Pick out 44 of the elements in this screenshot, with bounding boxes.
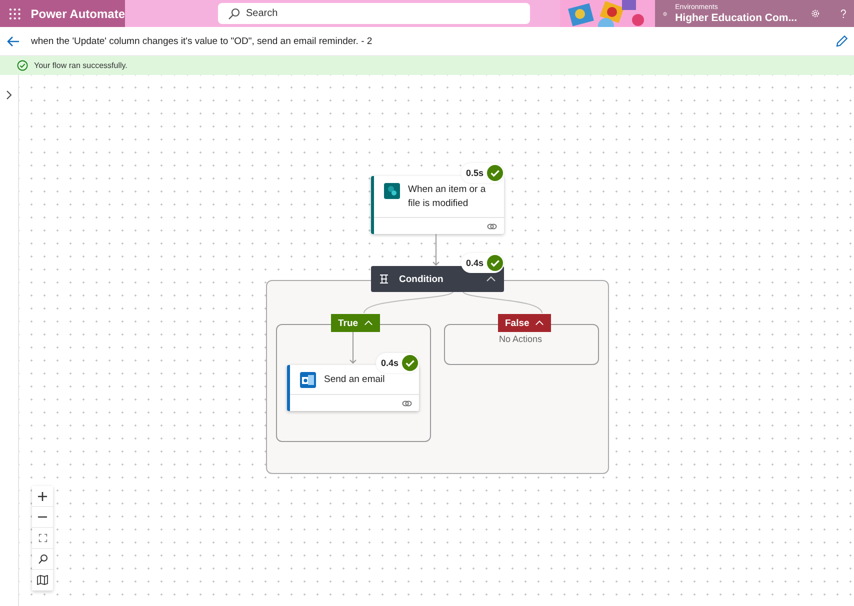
environment-name: Higher Education Com... bbox=[675, 12, 797, 24]
branch-label[interactable]: True bbox=[331, 314, 380, 332]
chevron-icon[interactable] bbox=[486, 276, 496, 282]
connector-arrow bbox=[432, 234, 440, 266]
flow-title: when the 'Update' column changes it's value to "OD", send an email reminder. - 2 bbox=[31, 36, 372, 46]
duration-text: 0.4s bbox=[381, 358, 399, 368]
card-title: When an item or a file is modified bbox=[408, 183, 487, 211]
sharepoint-icon bbox=[384, 183, 400, 199]
zoom-out-button[interactable] bbox=[32, 507, 53, 528]
fit-view-button[interactable] bbox=[32, 528, 53, 549]
plus-icon bbox=[38, 492, 47, 500]
map-icon bbox=[37, 575, 48, 585]
status-message: Your flow ran successfully. bbox=[34, 61, 128, 70]
card-title: Send an email bbox=[324, 373, 385, 387]
pencil-icon[interactable] bbox=[836, 35, 848, 47]
trigger-card[interactable]: When an item or a file is modified bbox=[371, 176, 504, 234]
fit-view-icon bbox=[38, 534, 46, 542]
empty-branch-text: No Actions bbox=[499, 334, 542, 344]
condition-header[interactable]: Condition bbox=[371, 266, 504, 292]
duration-text: 0.5s bbox=[466, 168, 484, 178]
branch-label[interactable]: False bbox=[498, 314, 552, 332]
help-icon[interactable] bbox=[840, 6, 847, 20]
duration-text: 0.4s bbox=[466, 258, 484, 268]
search-button[interactable] bbox=[32, 549, 53, 570]
branch-name: True bbox=[338, 318, 358, 328]
search-icon bbox=[38, 554, 48, 564]
minimap-button[interactable] bbox=[32, 570, 53, 591]
search-field[interactable]: Search bbox=[218, 3, 530, 24]
minus-icon bbox=[38, 516, 47, 518]
link-icon bbox=[402, 400, 412, 406]
zoom-in-button[interactable] bbox=[32, 486, 53, 507]
connector-arrow bbox=[349, 332, 357, 364]
settings-icon[interactable] bbox=[811, 7, 820, 20]
branch-name: False bbox=[505, 318, 530, 328]
chevron-right-icon[interactable] bbox=[6, 90, 12, 100]
condition-title: Condition bbox=[399, 274, 444, 284]
back-arrow-icon[interactable] bbox=[7, 36, 20, 46]
app-launcher-icon[interactable] bbox=[9, 8, 21, 20]
link-icon bbox=[487, 222, 497, 230]
action-card[interactable]: Send an email bbox=[287, 365, 419, 411]
condition-icon bbox=[379, 274, 389, 284]
app-name: Power Automate bbox=[30, 6, 125, 20]
outlook-icon bbox=[300, 372, 316, 388]
check-circle-icon bbox=[17, 60, 28, 71]
